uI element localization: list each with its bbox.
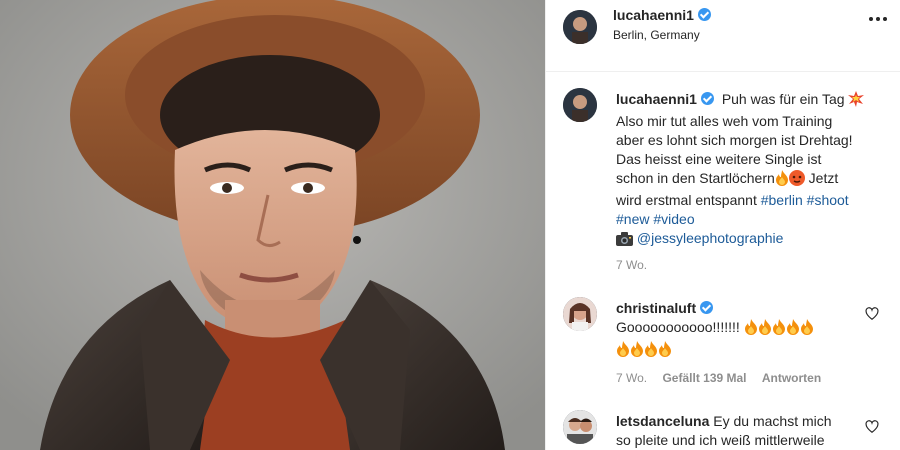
commenter-avatar[interactable] <box>563 410 597 444</box>
reply-button[interactable]: Antworten <box>762 371 821 385</box>
hashtag-link[interactable]: #video <box>653 211 694 227</box>
comment-text: christinaluft Gooooooooooo!!!!!!! <box>616 299 852 362</box>
fire-emoji-icon <box>775 170 789 191</box>
caption-line: wird erstmal entspannt <box>616 192 757 208</box>
commenter-username[interactable]: christinaluft <box>616 300 714 316</box>
caption-avatar[interactable] <box>563 88 597 122</box>
hashtag-link[interactable]: #new <box>616 211 649 227</box>
caption-username[interactable]: lucahaenni1 <box>616 91 714 107</box>
caption-text: lucahaenni1 Puh was für ein Tag Also mir… <box>616 90 888 251</box>
caption-line: Das heisst eine weitere Single ist <box>616 151 822 167</box>
hot-face-emoji-icon <box>788 170 805 191</box>
post-photo[interactable] <box>0 0 545 450</box>
collision-emoji-icon <box>848 91 865 112</box>
fire-emoji-icon <box>800 319 814 340</box>
post-side-panel: lucahaenni1 Berlin, Germany lucahaenni1 … <box>545 0 900 450</box>
comment-likes[interactable]: Gefällt 139 Mal <box>662 371 746 385</box>
commenter-username[interactable]: letsdanceluna <box>616 413 709 429</box>
fire-emoji-icon <box>758 319 772 340</box>
post-photo-illustration <box>0 0 545 450</box>
verified-badge-icon <box>697 8 711 21</box>
author-avatar[interactable] <box>563 10 597 44</box>
heart-outline-icon[interactable] <box>865 420 879 434</box>
heart-outline-icon[interactable] <box>865 307 879 321</box>
caption-line: Also mir tut alles weh vom Training <box>616 113 833 129</box>
author-username[interactable]: lucahaenni1 <box>613 7 711 23</box>
fire-emoji-icon <box>744 319 758 340</box>
post-header: lucahaenni1 Berlin, Germany <box>546 0 900 72</box>
comment-time[interactable]: 7 Wo. <box>616 371 647 385</box>
hashtag-link[interactable]: #berlin <box>761 192 803 208</box>
caption-meta: 7 Wo. <box>616 258 659 272</box>
post-location[interactable]: Berlin, Germany <box>613 28 700 42</box>
camera-emoji-icon <box>616 232 633 251</box>
caption-time[interactable]: 7 Wo. <box>616 258 647 272</box>
comment-body: so pleite und ich weiß mittlerweile <box>616 432 825 448</box>
comment-body: Gooooooooooo!!!!!!! <box>616 319 740 335</box>
verified-badge-icon <box>700 301 714 314</box>
fire-emoji-icon <box>630 341 644 362</box>
fire-emoji-icon <box>616 341 630 362</box>
caption-line: aber es lohnt sich morgen ist Drehtag! <box>616 132 853 148</box>
fire-emoji-icon <box>658 341 672 362</box>
hashtag-link[interactable]: #shoot <box>807 192 849 208</box>
caption-line: Jetzt <box>808 170 839 186</box>
caption-line: schon in den Startlöchern <box>616 170 775 186</box>
caption-line: Puh was für ein Tag <box>721 91 845 107</box>
fire-emoji-icon <box>772 319 786 340</box>
comment-body: Ey du machst mich <box>713 413 832 429</box>
commenter-avatar[interactable] <box>563 297 597 331</box>
fire-emoji-icon <box>644 341 658 362</box>
mention-link[interactable]: @jessyleephotographie <box>637 230 784 246</box>
fire-emoji-icon <box>786 319 800 340</box>
author-username-text[interactable]: lucahaenni1 <box>613 7 694 23</box>
comment-meta: 7 Wo. Gefällt 139 Mal Antworten <box>616 371 833 385</box>
verified-badge-icon <box>700 92 714 105</box>
more-options-icon[interactable] <box>869 14 887 24</box>
comment-text: letsdanceluna Ey du machst mich so pleit… <box>616 412 852 450</box>
